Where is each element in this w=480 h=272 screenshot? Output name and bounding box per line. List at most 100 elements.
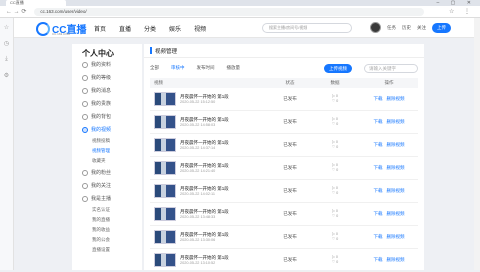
page-scrollbar[interactable] [474,18,480,270]
table-row: 月夜晨怀一开始的 第1段 2020-05-22 13:48:33 已发布 ▷ 0 ♡ 0… [150,203,418,226]
delete-video-button[interactable]: 删除视频 [387,119,405,124]
delete-video-button[interactable]: 删除视频 [387,142,405,147]
video-stats: ▷ 0 ♡ 0 [310,232,360,242]
video-thumbnail[interactable] [154,115,176,129]
video-title[interactable]: 月夜晨怀一开始的 第1段 [180,117,229,123]
download-button[interactable]: 下载 [374,257,383,262]
video-actions: 下载 删除视频 [360,257,418,263]
sort-plays[interactable]: 播放量 [227,65,241,71]
search-input[interactable]: 搜索主播/房间号/视频 [262,23,352,33]
logo-mark-icon [36,21,50,36]
download-button[interactable]: 下载 [374,96,383,101]
submenu-live-settings[interactable]: 直播设置 [72,245,142,255]
delete-video-button[interactable]: 删除视频 [387,96,405,101]
likes-count: 0 [336,260,339,264]
nav-buttons[interactable]: ← → ⟳ [0,8,26,15]
menu-messages[interactable]: 我的消息 [72,84,142,97]
keyword-input[interactable]: 请输入关键字 [364,63,418,73]
video-title[interactable]: 月夜晨怀一开始的 第1段 [180,94,229,100]
avatar[interactable] [370,22,381,33]
history-link[interactable]: 历史 [402,25,411,31]
url-field[interactable]: cc.163.com/user/video/ [34,7,425,16]
video-title[interactable]: 月夜晨怀一开始的 第1段 [180,186,229,192]
nav-video[interactable]: 视频 [194,24,206,33]
submenu-favorites[interactable]: 收藏夹 [72,156,142,166]
video-title[interactable]: 月夜晨怀一开始的 第1段 [180,255,229,261]
video-thumbnail[interactable] [154,161,176,175]
nav-entertainment[interactable]: 娱乐 [169,24,181,33]
site-logo[interactable]: CC直播 CC.163.COM [36,21,86,36]
video-status: 已发布 [283,119,297,124]
submenu-income[interactable]: 我的收益 [72,225,142,235]
star-icon[interactable]: ☆ [4,24,9,31]
video-time: 2020-05-22 14:58:03 [180,122,216,127]
submenu-guild[interactable]: 我的公会 [72,235,142,245]
video-thumbnail[interactable] [154,184,176,198]
download-icon[interactable]: ⤓ [5,56,8,63]
delete-video-button[interactable]: 删除视频 [387,165,405,170]
menu-anchor[interactable]: 我是主播 [72,192,142,205]
menu-fans[interactable]: 我的粉丝 [72,166,142,179]
video-title[interactable]: 月夜晨怀一开始的 第1段 [180,140,229,146]
submenu-my-live[interactable]: 我的直播 [72,215,142,225]
header-upload-button[interactable]: 上传 [432,22,451,33]
menu-label: 我的贵族 [91,101,112,107]
upload-video-button[interactable]: 上传视频 [324,63,352,73]
sort-publish-time[interactable]: 发布时间 [197,65,215,71]
video-actions: 下载 删除视频 [360,188,418,194]
video-thumbnail[interactable] [154,138,176,152]
crown-icon [82,100,88,107]
download-button[interactable]: 下载 [374,234,383,239]
history-icon[interactable]: ◷ [4,40,9,47]
video-cell: 月夜晨怀一开始的 第1段 2020-05-22 14:02:11 [150,184,270,198]
video-thumbnail[interactable] [154,92,176,106]
video-thumbnail[interactable] [154,207,176,221]
menu-backpack[interactable]: 我的背包 [72,110,142,123]
delete-video-button[interactable]: 删除视频 [387,257,405,262]
video-thumbnail[interactable] [154,230,176,244]
likes-count: 0 [336,168,339,172]
menu-level[interactable]: 我的等级 [72,71,142,84]
menu-my-video[interactable]: 我的视频 [72,123,142,136]
submenu-realname[interactable]: 实名认证 [72,205,142,215]
video-title[interactable]: 月夜晨怀一开始的 第1段 [180,209,229,215]
video-time: 2020-05-22 13:48:33 [180,214,216,219]
table-row: 月夜晨怀一开始的 第1段 2020-05-22 13:30:06 已发布 ▷ 0 ♡ 0… [150,226,418,249]
follow-link[interactable]: 关注 [417,25,426,31]
download-button[interactable]: 下载 [374,165,383,170]
top-nav: 首页 直播 分类 娱乐 视频 [94,18,206,38]
video-cell: 月夜晨怀一开始的 第1段 2020-05-22 13:10:52 [150,253,270,267]
download-button[interactable]: 下载 [374,211,383,216]
filter-all[interactable]: 全部 [150,65,159,71]
download-button[interactable]: 下载 [374,188,383,193]
page-title: 视频管理 [155,48,178,55]
nav-category[interactable]: 分类 [144,24,156,33]
filter-reviewing[interactable]: 审核中 [171,65,185,71]
video-cell: 月夜晨怀一开始的 第1段 2020-05-22 15:12:50 [150,92,270,106]
submenu-video-manage[interactable]: 视频管理 [72,146,142,156]
download-button[interactable]: 下载 [374,119,383,124]
nav-home[interactable]: 首页 [94,24,106,33]
video-title[interactable]: 月夜晨怀一开始的 第1段 [180,232,229,238]
bag-icon [82,113,88,120]
menu-noble[interactable]: 我的贵族 [72,97,142,110]
menu-following[interactable]: 我的关注 [72,179,142,192]
menu-profile[interactable]: 我的资料 [72,58,142,71]
submenu-video-submit[interactable]: 视频投稿 [72,136,142,146]
settings-icon[interactable]: ⚙ [4,72,9,79]
video-info: 月夜晨怀一开始的 第1段 2020-05-22 15:12:50 [180,94,229,105]
video-time: 2020-05-22 13:30:06 [180,237,216,242]
video-stats: ▷ 0 ♡ 0 [310,255,360,265]
video-time: 2020-05-22 15:12:50 [180,99,216,104]
delete-video-button[interactable]: 删除视频 [387,234,405,239]
download-button[interactable]: 下载 [374,142,383,147]
task-link[interactable]: 任务 [387,25,396,31]
likes-count: 0 [336,99,339,103]
plays-count: 0 [335,117,339,121]
video-thumbnail[interactable] [154,253,176,267]
delete-video-button[interactable]: 删除视频 [387,188,405,193]
video-title[interactable]: 月夜晨怀一开始的 第1段 [180,163,229,169]
delete-video-button[interactable]: 删除视频 [387,211,405,216]
browser-menu-icons[interactable]: ☆ ⋮ [449,8,480,15]
nav-live[interactable]: 直播 [119,24,131,33]
